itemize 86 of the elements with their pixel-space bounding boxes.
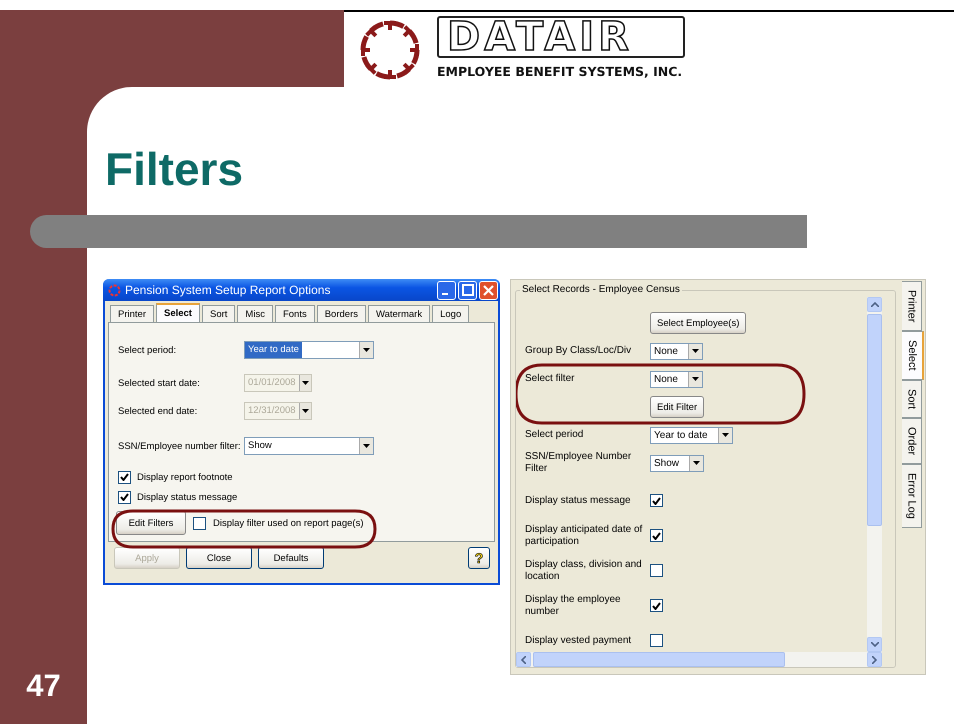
check-mark-icon [652,602,661,610]
checkbox-label: Display filter used on report page(s) [213,518,364,528]
check-mark-icon [120,473,129,481]
scroll-thumb[interactable] [533,652,785,667]
dropdown[interactable]: None [650,342,703,360]
action-button[interactable]: Edit Filter [650,396,704,418]
dropdown[interactable]: Show [650,454,704,472]
app-icon [108,284,121,296]
maximize-button[interactable] [458,280,477,300]
selected-text: 12/31/2008 [247,404,297,418]
checkbox[interactable] [193,516,206,530]
field-label: Selected start date: [118,378,201,388]
checkbox[interactable] [650,529,663,542]
field-label: SSN/Employee number filter: [118,440,242,452]
caret-icon [693,461,700,465]
edit-filters-button[interactable]: Edit Filters [116,511,186,535]
tab[interactable]: Sort [202,305,236,322]
tab[interactable]: Watermark [368,305,430,322]
field-label: Display the employee number [525,594,622,618]
dropdown[interactable]: Show [244,437,374,455]
dialog-button[interactable]: Defaults [258,547,324,569]
page-number: 47 [26,668,61,704]
dropdown[interactable]: Year to date [244,341,374,359]
horizontal-scrollbar[interactable] [516,652,882,667]
slide-title: Filters [105,142,244,197]
caret-icon [692,377,699,381]
vertical-scrollbar[interactable] [867,297,882,652]
field-label: Select period: [118,344,178,356]
tab[interactable]: Select [156,303,200,322]
checkbox[interactable] [118,470,131,484]
checkbox[interactable] [650,494,663,507]
check-mark-icon [120,493,129,501]
tab[interactable]: Sort [902,380,922,418]
group-title: Select Records - Employee Census [520,284,682,295]
caret-icon [363,444,370,448]
field-label: Selected end date: [118,406,198,416]
check-mark-icon [652,496,661,504]
scroll-right-icon [872,656,877,664]
checkbox[interactable] [650,599,663,612]
checkbox[interactable] [118,490,131,504]
checkbox-label: Display report footnote [137,472,233,482]
caret-icon [302,381,309,385]
checkbox[interactable] [650,634,663,647]
dialog-button[interactable]: Close [186,547,252,569]
scroll-down-icon [870,642,878,647]
window-title: Pension System Setup Report Options [125,283,332,297]
tab[interactable]: Borders [316,305,366,322]
logo-wordmark: DATAIR [437,16,685,58]
field-label: Display vested payment [525,634,632,646]
minimize-icon [442,292,448,294]
field-label: Display anticipated date of participation [525,524,644,548]
field-label: Select filter [525,373,576,385]
close-icon [483,284,494,296]
tab[interactable]: Misc [237,305,273,322]
tab[interactable]: Printer [902,281,922,332]
check-mark-icon [652,532,661,540]
scroll-thumb[interactable] [867,314,882,526]
scroll-left-icon [521,656,526,664]
tab[interactable]: Logo [432,305,470,322]
field-label: Display class, division and location [525,558,643,582]
logo-tagline: EMPLOYEE BENEFIT SYSTEMS, INC. [437,64,684,79]
selected-text: 01/01/2008 [247,376,297,390]
tab[interactable]: Select [902,331,924,380]
field-label: Display status message [525,494,632,506]
tab[interactable]: Printer [110,305,154,322]
tab[interactable]: Fonts [274,305,315,322]
tab[interactable]: Order [902,418,922,464]
field-label: Select period [525,429,584,441]
dropdown[interactable]: Year to date [650,426,733,444]
field-label: SSN/Employee Number Filter [525,451,632,475]
selected-text: Year to date [245,342,302,358]
selected-text: Show [247,439,273,453]
caret-icon [722,433,729,437]
caret-icon [363,348,370,352]
caret-icon [302,409,309,413]
checkbox[interactable] [650,564,663,577]
dropdown[interactable]: None [650,370,703,388]
minimize-button[interactable] [437,280,456,300]
field-label: Group By Class/Loc/Div [525,345,632,357]
scroll-up-icon [870,302,878,307]
maximize-icon [462,284,474,296]
checkbox-label: Display status message [137,492,238,502]
caret-icon [692,349,699,353]
close-button[interactable] [479,280,498,300]
action-button[interactable]: Select Employee(s) [650,312,746,334]
tab[interactable]: Error Log [902,464,922,528]
